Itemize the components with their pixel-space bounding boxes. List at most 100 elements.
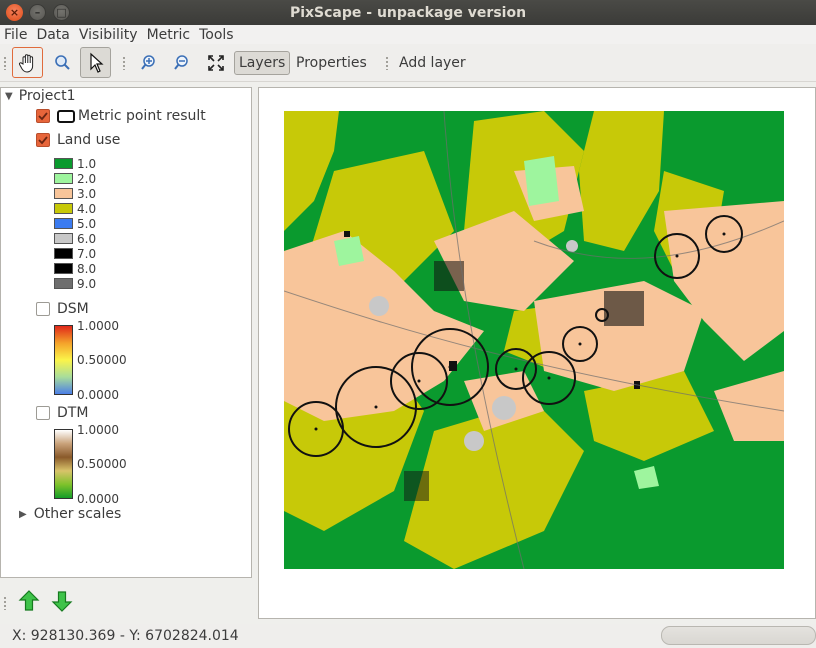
cursor-coordinates: X: 928130.369 - Y: 6702824.014	[12, 628, 239, 644]
legend-swatch	[54, 233, 73, 244]
zoom-full-extent-icon	[207, 54, 224, 71]
zoom-in-icon	[140, 54, 155, 70]
layer-label: Land use	[57, 132, 121, 148]
toolbar-separator-2	[385, 56, 389, 70]
dsm-min-label: 0.0000	[77, 388, 119, 402]
map-view[interactable]	[258, 87, 816, 619]
layer-label: Metric point result	[78, 108, 206, 124]
other-scales-label: Other scales	[33, 506, 122, 522]
dtm-mid-label: 0.50000	[77, 457, 127, 471]
layer-dsm[interactable]: DSM	[36, 299, 89, 319]
point-symbol-icon	[57, 109, 75, 123]
layer-visibility-checkbox[interactable]	[36, 406, 50, 420]
legend-label: 1.0	[77, 156, 97, 171]
window-minimize-button[interactable]: –	[29, 4, 46, 21]
legend-swatch	[54, 263, 73, 274]
minimize-icon: –	[34, 6, 41, 19]
legend-label: 4.0	[77, 201, 97, 216]
legend-label: 7.0	[77, 246, 97, 261]
layer-dtm[interactable]: DTM	[36, 403, 88, 423]
pan-hand-icon	[18, 53, 33, 73]
tab-layers[interactable]: Layers	[234, 51, 291, 75]
menu-bar: File Data Visibility Metric Tools	[0, 25, 816, 44]
zoom-in-button[interactable]	[133, 47, 164, 78]
legend-swatch	[54, 188, 73, 199]
layer-label: DSM	[57, 301, 89, 317]
land-use-map[interactable]	[284, 111, 784, 569]
project-tree-item[interactable]: ▼ Project1	[5, 86, 76, 106]
expand-arrow-icon[interactable]: ▼	[5, 91, 13, 102]
legend-label: 2.0	[77, 171, 97, 186]
legend-item: 9.0	[54, 276, 96, 291]
zoom-out-icon	[173, 54, 188, 70]
move-layer-down-icon	[51, 591, 73, 612]
move-layer-down-button[interactable]	[51, 589, 73, 613]
legend-label: 8.0	[77, 261, 97, 276]
legend-item: 1.0	[54, 156, 96, 171]
close-icon: ×	[9, 6, 20, 19]
legend-swatch	[54, 173, 73, 184]
zoom-tool-button[interactable]	[47, 47, 78, 78]
zoom-tool-icon	[54, 54, 70, 70]
legend-swatch	[54, 218, 73, 229]
menu-metric[interactable]: Metric	[143, 27, 196, 43]
layer-label: DTM	[57, 405, 89, 421]
layers-panel: ▼ Project1 Metric point result Land use …	[0, 87, 252, 578]
title-bar: × – □ PixScape - unpackage version	[0, 0, 816, 25]
maximize-icon: □	[56, 6, 67, 19]
toolbar-grip-handle[interactable]	[3, 56, 7, 70]
move-layer-up-icon	[18, 590, 40, 611]
select-tool-button[interactable]	[80, 47, 111, 78]
move-layer-up-button[interactable]	[18, 589, 40, 613]
project-name: Project1	[18, 88, 76, 104]
dsm-color-ramp	[54, 325, 73, 395]
menu-visibility[interactable]: Visibility	[75, 27, 143, 43]
tab-properties[interactable]: Properties	[292, 51, 371, 75]
legend-label: 9.0	[77, 276, 97, 291]
expand-arrow-icon[interactable]: ▶	[19, 509, 27, 520]
legend-swatch	[54, 248, 73, 259]
legend-swatch	[54, 278, 73, 289]
layer-metric-point-result[interactable]: Metric point result	[36, 106, 206, 126]
status-bar: X: 928130.369 - Y: 6702824.014	[0, 624, 816, 648]
legend-swatch	[54, 203, 73, 214]
window-title: PixScape - unpackage version	[289, 4, 527, 21]
layer-visibility-checkbox[interactable]	[36, 302, 50, 316]
layer-visibility-checkbox[interactable]	[36, 133, 50, 147]
check-icon	[38, 112, 48, 121]
legend-label: 5.0	[77, 216, 97, 231]
layer-order-toolbar	[0, 580, 252, 624]
legend-item: 7.0	[54, 246, 96, 261]
legend-item: 3.0	[54, 186, 96, 201]
zoom-full-extent-button[interactable]	[200, 47, 231, 78]
menu-file[interactable]: File	[0, 27, 32, 43]
legend-item: 8.0	[54, 261, 96, 276]
pan-tool-button[interactable]	[12, 47, 43, 78]
dtm-color-ramp	[54, 429, 73, 499]
legend-item: 2.0	[54, 171, 96, 186]
legend-item: 4.0	[54, 201, 96, 216]
legend-item: 5.0	[54, 216, 96, 231]
zoom-out-button[interactable]	[166, 47, 197, 78]
window-maximize-button[interactable]: □	[53, 4, 70, 21]
legend-label: 6.0	[77, 231, 97, 246]
window-close-button[interactable]: ×	[6, 4, 23, 21]
dsm-max-label: 1.0000	[77, 319, 119, 333]
layer-visibility-checkbox[interactable]	[36, 109, 50, 123]
progress-bar	[661, 626, 816, 645]
layer-land-use[interactable]: Land use	[36, 130, 120, 150]
toolbar-separator	[122, 56, 126, 70]
add-layer-button[interactable]: Add layer	[395, 51, 470, 75]
dtm-max-label: 1.0000	[77, 423, 119, 437]
dsm-mid-label: 0.50000	[77, 353, 127, 367]
legend-swatch	[54, 158, 73, 169]
legend-label: 3.0	[77, 186, 97, 201]
select-arrow-icon	[89, 52, 104, 73]
menu-tools[interactable]: Tools	[195, 27, 239, 43]
toolbar: Layers Properties Add layer	[0, 44, 816, 82]
other-scales-tree-item[interactable]: ▶ Other scales	[19, 504, 121, 524]
toolbar-grip-handle[interactable]	[3, 596, 7, 610]
menu-data[interactable]: Data	[32, 27, 74, 43]
check-icon	[38, 136, 48, 145]
legend-item: 6.0	[54, 231, 96, 246]
